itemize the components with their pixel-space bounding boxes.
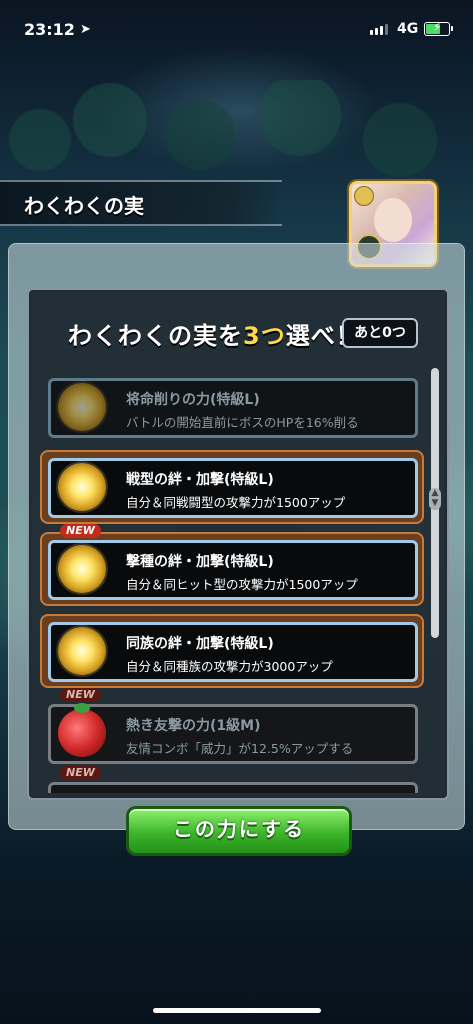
screen-title: わくわくの実 [24,194,144,218]
fruit-desc: 自分＆同ヒット型の攻撃力が1500アップ [126,577,358,592]
list-item-fruit-2[interactable]: 戦型の絆・加撃(特級L) 自分＆同戦闘型の攻撃力が1500アップ [40,450,424,524]
fruit-desc: 自分＆同種族の攻撃力が3000アップ [126,659,333,674]
confirm-button[interactable]: この力にする [126,806,352,856]
scroll-handle-icon[interactable]: ▲ ▼ [429,488,441,510]
fruit-name: 戦型の絆・加撃(特級L) [126,472,274,488]
fruit-name: 熱き友撃の力(1級M) [126,718,261,734]
network-type: 4G [397,21,419,37]
fruit-desc: 自分＆同戦闘型の攻撃力が1500アップ [126,495,346,510]
list-item-fruit-4[interactable]: 同族の絆・加撃(特級L) 自分＆同種族の攻撃力が3000アップ [40,614,424,688]
fruit-name: 将命削りの力(特級L) [126,392,260,408]
fruit-desc: バトルの開始直前にボスのHPを16%削る [126,415,359,430]
new-badge: NEW [60,524,101,538]
status-bar: 23:12 ➤ 4G ⚡ [0,0,473,60]
fruit-name: 撃種の絆・加撃(特級L) [126,554,274,570]
signal-strength-icon [370,24,388,35]
remaining-count-badge: あと0つ [342,318,418,348]
list-item-fruit-6[interactable]: NEW [40,766,424,793]
new-badge: NEW [60,688,101,702]
list-item-fruit-3[interactable]: NEW 撃種の絆・加撃(特級L) 自分＆同ヒット型の攻撃力が1500アップ [40,524,424,606]
battery-icon: ⚡ [424,20,453,36]
home-indicator[interactable] [153,1008,321,1013]
gold-orb-icon [58,383,106,431]
list-item-fruit-1[interactable]: 将命削りの力(特級L) バトルの開始直前にボスのHPを16%削る [40,370,424,444]
fruit-name: 同族の絆・加撃(特級L) [126,636,274,652]
location-arrow-icon: ➤ [80,22,91,37]
title-banner: わくわくの実 [0,180,282,226]
gold-orb-icon [58,545,106,593]
new-badge: NEW [60,766,101,780]
fruit-list[interactable]: 将命削りの力(特級L) バトルの開始直前にボスのHPを16%削る 戦型の絆・加撃… [40,366,424,793]
gold-orb-icon [58,627,106,675]
panel-headline: わくわくの実を3つ選べ！ [68,322,361,350]
red-fruit-icon [58,703,106,757]
element-badge-icon [354,186,374,206]
fruit-desc: 友情コンボ「威力」が12.5%アップする [126,741,354,756]
gold-orb-icon [58,463,106,511]
status-time: 23:12 [24,20,75,39]
list-item-fruit-5[interactable]: NEW 熱き友撃の力(1級M) 友情コンボ「威力」が12.5%アップする [40,688,424,770]
